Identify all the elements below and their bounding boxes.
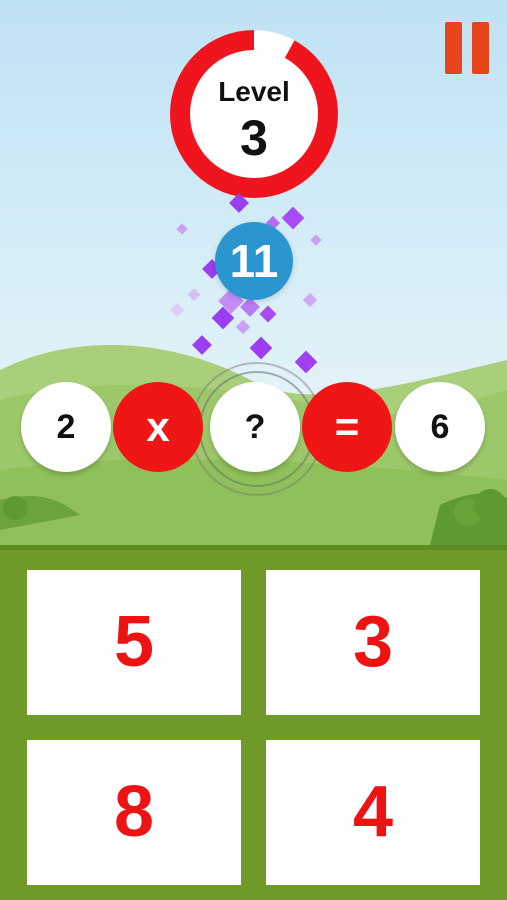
unknown-slot: ? xyxy=(210,382,300,472)
level-number: 3 xyxy=(240,110,268,166)
result-value: 6 xyxy=(395,382,485,472)
score-bubble: 11 xyxy=(215,222,293,300)
answer-button-3[interactable]: 8 xyxy=(27,740,241,885)
operand-1: 2 xyxy=(21,382,111,472)
answer-button-1[interactable]: 5 xyxy=(27,570,241,715)
pause-icon xyxy=(445,22,462,74)
equals-symbol: = xyxy=(302,382,392,472)
level-label: Level xyxy=(218,76,290,107)
pause-icon-bar xyxy=(472,22,489,74)
answer-button-4[interactable]: 4 xyxy=(266,740,480,885)
answer-button-2[interactable]: 3 xyxy=(266,570,480,715)
pause-button[interactable] xyxy=(443,22,493,74)
level-indicator: Level 3 xyxy=(168,28,340,200)
operator-symbol: x xyxy=(113,382,203,472)
